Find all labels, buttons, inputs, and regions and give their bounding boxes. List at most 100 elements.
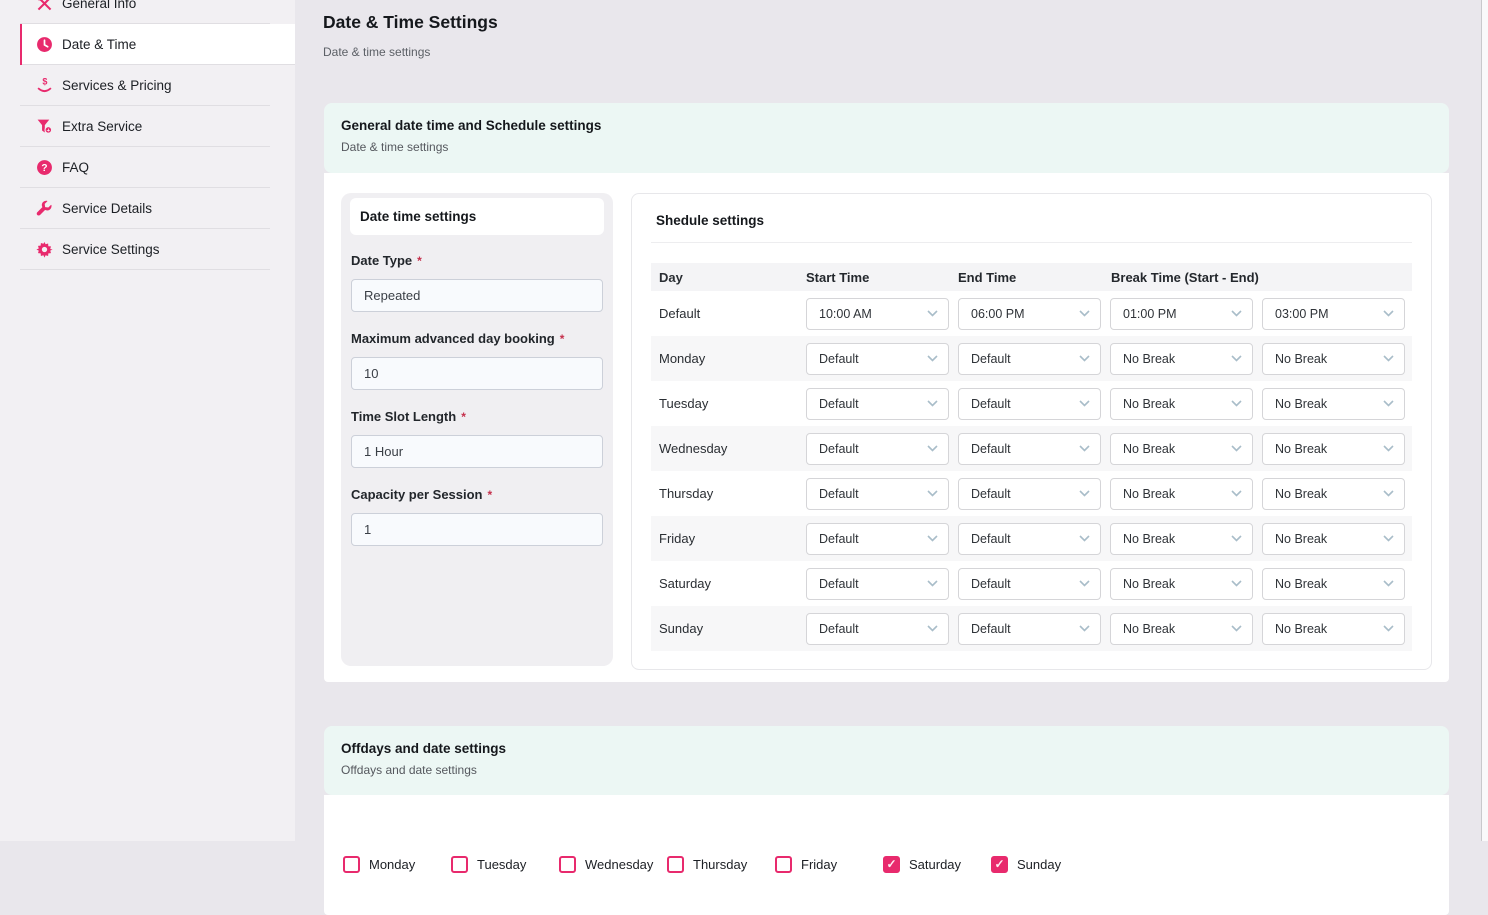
end-time-select[interactable]: Default (958, 388, 1101, 420)
start-time-select[interactable]: Default (806, 433, 949, 465)
sidebar-item-date-time[interactable]: Date & Time (20, 24, 295, 65)
sidebar-item-label: Service Settings (62, 242, 160, 257)
schedule-day-label: Friday (651, 531, 806, 546)
chevron-down-icon (927, 580, 938, 587)
break-start-select[interactable]: No Break (1110, 523, 1253, 555)
sidebar-item-service-settings[interactable]: Service Settings (0, 229, 295, 270)
sidebar-item-general-info[interactable]: General Info (0, 0, 295, 24)
offday-label: Thursday (693, 857, 747, 872)
offday-label: Saturday (909, 857, 961, 872)
break-start-select[interactable]: No Break (1110, 433, 1253, 465)
sidebar-item-extra-service[interactable]: + Extra Service (0, 106, 295, 147)
break-end-select[interactable]: No Break (1262, 613, 1405, 645)
offday-checkbox-tuesday[interactable]: Tuesday (451, 814, 559, 915)
break-end-select[interactable]: No Break (1262, 478, 1405, 510)
schedule-day-label: Saturday (651, 576, 806, 591)
offday-label: Monday (369, 857, 415, 872)
date-type-label: Date Type* (351, 253, 603, 268)
schedule-row-sunday: Sunday Default Default No Break No Break (651, 606, 1412, 651)
end-time-select[interactable]: Default (958, 568, 1101, 600)
scrollbar[interactable] (1481, 0, 1488, 841)
chevron-down-icon (1383, 445, 1394, 452)
select-value: No Break (1123, 577, 1175, 591)
general-panel-title: General date time and Schedule settings (341, 118, 1431, 133)
end-time-select[interactable]: Default (958, 523, 1101, 555)
schedule-row-saturday: Saturday Default Default No Break No Bre… (651, 561, 1412, 606)
offday-checkbox-sunday[interactable]: Sunday (991, 814, 1099, 915)
schedule-day-label: Monday (651, 351, 806, 366)
checkbox[interactable] (451, 856, 468, 873)
hand-dollar-icon: $ (36, 77, 53, 94)
time-slot-length-input[interactable] (351, 435, 603, 468)
end-time-select[interactable]: Default (958, 613, 1101, 645)
chevron-down-icon (1079, 445, 1090, 452)
break-end-select[interactable]: No Break (1262, 523, 1405, 555)
checkbox[interactable] (775, 856, 792, 873)
sidebar-item-service-details[interactable]: Service Details (0, 188, 295, 229)
select-value: No Break (1123, 397, 1175, 411)
offday-checkbox-saturday[interactable]: Saturday (883, 814, 991, 915)
break-start-select[interactable]: No Break (1110, 478, 1253, 510)
page-subtitle: Date & time settings (323, 45, 1481, 59)
schedule-row-monday: Monday Default Default No Break No Break (651, 336, 1412, 381)
select-value: No Break (1123, 442, 1175, 456)
start-time-select[interactable]: Default (806, 388, 949, 420)
break-end-select[interactable]: 03:00 PM (1262, 298, 1405, 330)
funnel-icon: + (36, 118, 53, 135)
sidebar-item-services-pricing[interactable]: $ Services & Pricing (0, 65, 295, 106)
break-start-select[interactable]: No Break (1110, 343, 1253, 375)
start-time-select[interactable]: Default (806, 523, 949, 555)
capacity-per-session-input[interactable] (351, 513, 603, 546)
break-start-select[interactable]: 01:00 PM (1110, 298, 1253, 330)
svg-text:?: ? (41, 163, 47, 174)
end-time-select[interactable]: 06:00 PM (958, 298, 1101, 330)
checkbox[interactable] (343, 856, 360, 873)
offdays-panel: Offdays and date settings Offdays and da… (324, 726, 1449, 915)
gear-icon (36, 241, 53, 258)
break-start-select[interactable]: No Break (1110, 388, 1253, 420)
offdays-panel-body: Monday Tuesday Wednesday Thursday Friday… (324, 795, 1449, 915)
offday-checkbox-wednesday[interactable]: Wednesday (559, 814, 667, 915)
select-value: No Break (1275, 442, 1327, 456)
select-value: Default (819, 397, 859, 411)
date-type-input[interactable] (351, 279, 603, 312)
offday-checkbox-monday[interactable]: Monday (343, 814, 451, 915)
schedule-row-tuesday: Tuesday Default Default No Break No Brea… (651, 381, 1412, 426)
checkbox[interactable] (883, 856, 900, 873)
chevron-down-icon (1231, 400, 1242, 407)
start-time-select[interactable]: Default (806, 613, 949, 645)
schedule-day-label: Tuesday (651, 396, 806, 411)
break-end-select[interactable]: No Break (1262, 433, 1405, 465)
start-time-select[interactable]: Default (806, 568, 949, 600)
select-value: Default (971, 487, 1011, 501)
general-panel-header: General date time and Schedule settings … (324, 103, 1449, 173)
chevron-down-icon (927, 310, 938, 317)
end-time-select[interactable]: Default (958, 343, 1101, 375)
start-time-select[interactable]: Default (806, 478, 949, 510)
break-start-select[interactable]: No Break (1110, 613, 1253, 645)
chevron-down-icon (1383, 355, 1394, 362)
checkbox[interactable] (667, 856, 684, 873)
break-start-select[interactable]: No Break (1110, 568, 1253, 600)
start-time-select[interactable]: 10:00 AM (806, 298, 949, 330)
checkbox[interactable] (991, 856, 1008, 873)
max-advanced-booking-input[interactable] (351, 357, 603, 390)
end-time-select[interactable]: Default (958, 433, 1101, 465)
required-marker: * (488, 488, 493, 502)
chevron-down-icon (1079, 310, 1090, 317)
select-value: Default (971, 352, 1011, 366)
general-panel-subtitle: Date & time settings (341, 140, 1431, 154)
break-end-select[interactable]: No Break (1262, 568, 1405, 600)
break-end-select[interactable]: No Break (1262, 343, 1405, 375)
end-time-select[interactable]: Default (958, 478, 1101, 510)
start-time-select[interactable]: Default (806, 343, 949, 375)
break-end-select[interactable]: No Break (1262, 388, 1405, 420)
offday-checkbox-friday[interactable]: Friday (775, 814, 883, 915)
checkbox[interactable] (559, 856, 576, 873)
select-value: No Break (1275, 532, 1327, 546)
chevron-down-icon (1383, 490, 1394, 497)
sidebar-item-faq[interactable]: ? FAQ (0, 147, 295, 188)
sidebar-nav: General Info Date & Time $ Services & Pr… (0, 0, 295, 270)
field-label-text: Capacity per Session (351, 487, 483, 502)
offday-checkbox-thursday[interactable]: Thursday (667, 814, 775, 915)
